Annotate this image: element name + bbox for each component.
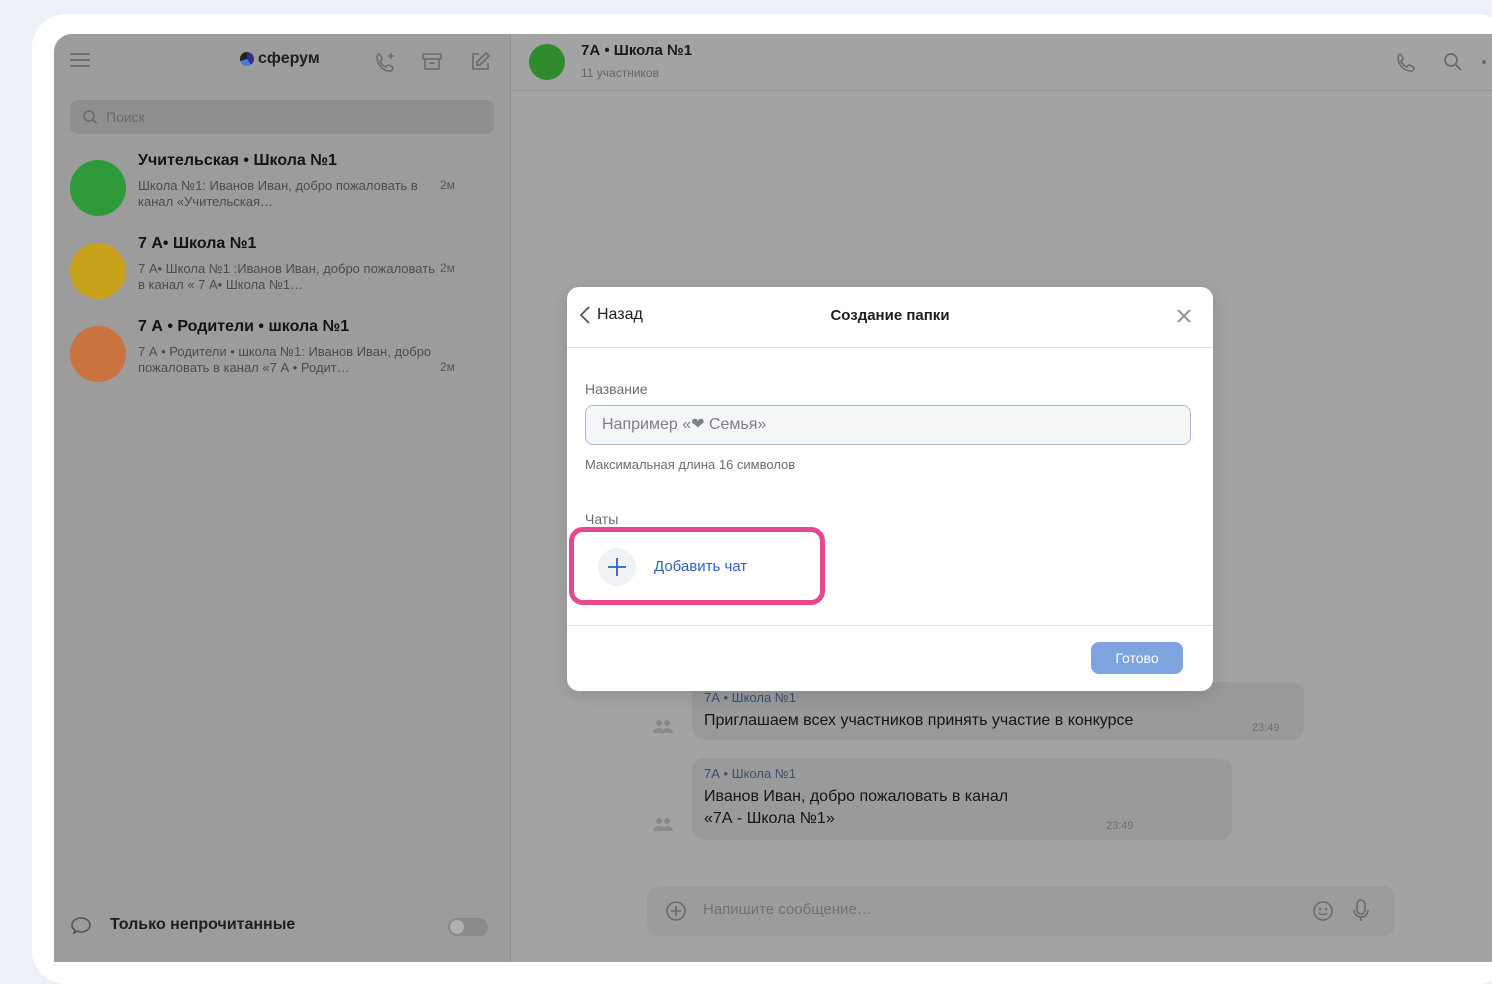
close-icon[interactable] bbox=[1175, 307, 1193, 325]
chat-time: 2м bbox=[440, 261, 455, 275]
chat-time: 2м bbox=[440, 178, 455, 192]
unread-filter: Только непрочитанные bbox=[54, 896, 510, 952]
microphone-icon[interactable] bbox=[1351, 898, 1371, 924]
brand-logo: сферум bbox=[240, 50, 320, 68]
add-chat-button[interactable]: Добавить чат bbox=[569, 527, 825, 605]
sidebar: сферум Учительская • Шк bbox=[54, 34, 511, 962]
chat-avatar[interactable] bbox=[529, 44, 565, 80]
unread-only-label: Только непрочитанные bbox=[110, 916, 296, 933]
archive-icon[interactable] bbox=[420, 50, 444, 74]
search-icon[interactable] bbox=[1441, 50, 1465, 74]
avatar bbox=[70, 326, 126, 382]
more-icon[interactable] bbox=[1477, 50, 1491, 74]
chat-name: 7 А • Родители • школа №1 bbox=[138, 318, 350, 335]
toggle-knob bbox=[450, 920, 464, 934]
avatar bbox=[70, 243, 126, 299]
message-composer bbox=[647, 886, 1395, 936]
search-box[interactable] bbox=[70, 100, 494, 134]
new-call-icon[interactable] bbox=[374, 50, 398, 74]
name-label: Название bbox=[585, 381, 648, 397]
plus-icon bbox=[598, 548, 636, 586]
done-button[interactable]: Готово bbox=[1091, 642, 1183, 674]
add-chat-label: Добавить чат bbox=[654, 558, 748, 575]
search-icon bbox=[83, 110, 98, 125]
sidebar-header: сферум bbox=[54, 34, 510, 90]
chat-members-count[interactable]: 11 участников bbox=[581, 66, 659, 80]
chat-preview: 7 А• Школа №1 :Иванов Иван, добро пожало… bbox=[138, 261, 435, 292]
chat-bubble-icon bbox=[71, 917, 91, 935]
menu-icon[interactable] bbox=[70, 52, 92, 68]
folder-name-input[interactable] bbox=[600, 415, 1174, 435]
chat-list-item[interactable]: Учительская • Школа №1 Школа №1: Иванов … bbox=[54, 152, 510, 232]
chat-name: Учительская • Школа №1 bbox=[138, 152, 337, 169]
chat-name: 7 А• Школа №1 bbox=[138, 235, 257, 252]
message-time: 23:49 bbox=[1252, 722, 1280, 734]
compose-icon[interactable] bbox=[468, 50, 492, 74]
emoji-icon[interactable] bbox=[1311, 899, 1335, 923]
message-text-line: Иванов Иван, добро пожаловать в канал bbox=[704, 788, 1009, 805]
chats-label: Чаты bbox=[585, 511, 619, 527]
message-time: 23:49 bbox=[1106, 820, 1134, 832]
modal-header: Назад Создание папки bbox=[567, 287, 1213, 348]
chat-title[interactable]: 7А • Школа №1 bbox=[581, 42, 692, 59]
chat-header: 7А • Школа №1 11 участников bbox=[511, 34, 1492, 91]
group-icon bbox=[653, 720, 673, 733]
message-text-line: «7А - Школа №1» bbox=[704, 810, 835, 827]
group-icon bbox=[653, 818, 673, 831]
phone-icon[interactable] bbox=[1395, 50, 1419, 74]
logo-icon bbox=[240, 52, 254, 66]
unread-only-toggle[interactable] bbox=[448, 918, 488, 936]
chat-list-item[interactable]: 7 А • Родители • школа №1 7 А • Родители… bbox=[54, 318, 510, 398]
message-author: 7А • Школа №1 bbox=[704, 690, 796, 705]
avatar bbox=[70, 160, 126, 216]
search-input[interactable] bbox=[104, 108, 468, 126]
message-author: 7А • Школа №1 bbox=[704, 766, 796, 781]
folder-name-field[interactable] bbox=[585, 405, 1191, 445]
modal-title: Создание папки bbox=[830, 307, 950, 324]
chat-preview: 7 А • Родители • школа №1: Иванов Иван, … bbox=[138, 344, 432, 375]
brand-name: сферум bbox=[258, 50, 320, 67]
chat-list-item[interactable]: 7 А• Школа №1 7 А• Школа №1 :Иванов Иван… bbox=[54, 235, 510, 315]
message-bubble[interactable]: 7А • Школа №1 Иванов Иван, добро пожалов… bbox=[692, 758, 1232, 840]
create-folder-modal: Назад Создание папки Название Максимальн… bbox=[567, 287, 1213, 691]
message-text: Приглашаем всех участников принять участ… bbox=[704, 712, 1134, 729]
name-hint: Максимальная длина 16 символов bbox=[585, 457, 796, 472]
attach-icon[interactable] bbox=[665, 900, 687, 922]
modal-footer: Готово bbox=[567, 625, 1213, 692]
chat-time: 2м bbox=[440, 360, 455, 374]
chat-preview: Школа №1: Иванов Иван, добро пожаловать … bbox=[138, 178, 418, 209]
message-input[interactable] bbox=[701, 900, 1265, 919]
